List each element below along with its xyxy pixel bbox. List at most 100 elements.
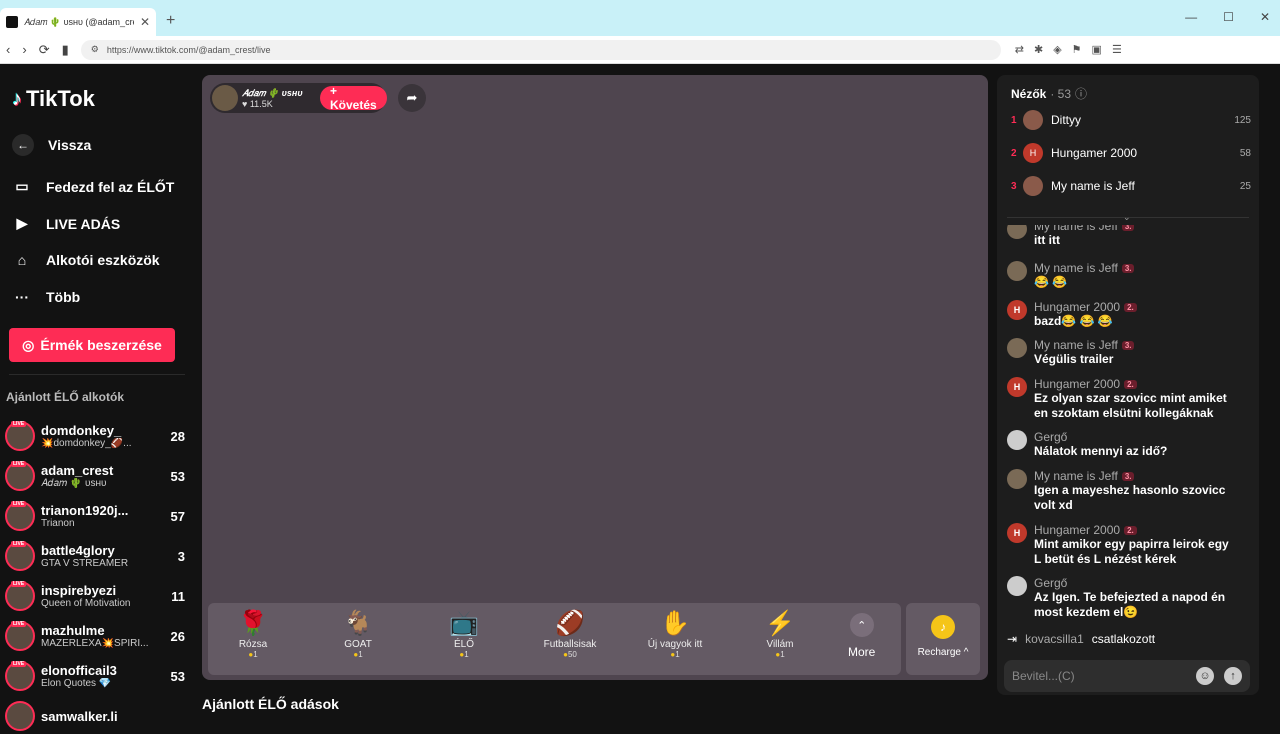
chat-user[interactable]: Hungamer 2000 bbox=[1034, 377, 1120, 391]
more-gifts-button[interactable]: ⌃ More bbox=[848, 613, 875, 659]
sidebar-item-more[interactable]: ··· Több bbox=[12, 289, 80, 305]
browser-tab[interactable]: 𝐴𝑑𝑎𝑚 🌵 ᴜsʜᴜ (@adam_crest) Él... ✕ bbox=[0, 8, 156, 36]
extension-icon[interactable]: ✱ bbox=[1034, 43, 1043, 56]
avatar[interactable] bbox=[212, 85, 238, 111]
creator-item[interactable]: LIVE elonofficail3 Elon Quotes 💎 53 bbox=[5, 658, 185, 694]
creator-subtitle: Trianon bbox=[41, 518, 75, 529]
puzzle-icon[interactable]: ⚑ bbox=[1072, 43, 1082, 56]
tv-icon: ▭ bbox=[15, 178, 29, 194]
back-nav-button[interactable]: ‹ bbox=[6, 42, 10, 58]
avatar bbox=[5, 701, 35, 731]
new-tab-button[interactable]: + bbox=[166, 12, 175, 30]
site-settings-icon[interactable]: ⚙ bbox=[91, 44, 99, 55]
minimize-icon[interactable]: — bbox=[1185, 10, 1197, 24]
gift-item[interactable]: 📺 ÉLŐ ●1 bbox=[424, 609, 504, 659]
creator-item[interactable]: LIVE domdonkey_ 💥domdonkey_🏈... 28 bbox=[5, 418, 185, 454]
chat-user[interactable]: My name is Jeff bbox=[1034, 225, 1118, 233]
chat-user[interactable]: Gergő bbox=[1034, 576, 1067, 590]
live-tv-icon: 📺 bbox=[449, 610, 479, 637]
creator-item[interactable]: LIVE battle4glory GTA V STREAMER 3 bbox=[5, 538, 185, 574]
chat-text: itt itt bbox=[1034, 233, 1060, 247]
forward-nav-button[interactable]: › bbox=[22, 42, 26, 58]
avatar bbox=[1007, 261, 1027, 281]
viewer-rank: 3 bbox=[1011, 180, 1017, 192]
creator-item[interactable]: LIVE inspirebyezi Queen of Motivation 11 bbox=[5, 578, 185, 614]
chat-text: Végülis trailer bbox=[1034, 352, 1114, 366]
avatar: H bbox=[1007, 523, 1027, 543]
sidebar-icon[interactable]: ▣ bbox=[1092, 43, 1102, 56]
top-viewer[interactable]: 1 Dittyy 125 bbox=[1011, 109, 1251, 131]
top-viewer[interactable]: 2 H Hungamer 2000 58 bbox=[1011, 142, 1251, 164]
chat-messages[interactable]: My name is Jeff 3. itt itt My name is Jef… bbox=[1007, 225, 1252, 655]
maximize-icon[interactable]: ☐ bbox=[1223, 10, 1234, 24]
follow-button[interactable]: + Követés bbox=[320, 84, 387, 112]
avatar bbox=[1007, 430, 1027, 450]
close-window-icon[interactable]: ✕ bbox=[1260, 10, 1270, 24]
gift-item[interactable]: ⚡ Villám ●1 bbox=[740, 609, 820, 659]
chat-text: 😂 😂 bbox=[1034, 275, 1068, 289]
chat-input[interactable]: Bevitel...(C) ☺ ↑ bbox=[1004, 660, 1250, 692]
shield-icon[interactable]: ◈ bbox=[1053, 43, 1061, 56]
chat-text: Az Igen. Te befejezted a napod én most k… bbox=[1034, 590, 1226, 619]
url-field[interactable]: ⚙ https://www.tiktok.com/@adam_crest/liv… bbox=[80, 39, 1001, 60]
gift-item[interactable]: 🌹 Rózsa ●1 bbox=[213, 609, 293, 659]
help-icon[interactable]: ⓘ bbox=[1075, 85, 1087, 102]
gift-name: Rózsa bbox=[238, 639, 268, 650]
close-tab-icon[interactable]: ✕ bbox=[140, 15, 150, 29]
tiktok-logo[interactable]: ♪ TikTok bbox=[12, 86, 95, 112]
viewer-name: Hungamer 2000 bbox=[1051, 146, 1138, 160]
viewer-score: 125 bbox=[1234, 114, 1251, 126]
send-icon[interactable]: ↑ bbox=[1224, 667, 1242, 685]
top-viewer[interactable]: 3 My name is Jeff 25 bbox=[1011, 175, 1251, 197]
chat-user[interactable]: Gergő bbox=[1034, 430, 1067, 444]
get-coins-button[interactable]: ◎ Érmék beszerzése bbox=[9, 328, 175, 362]
menu-icon[interactable]: ☰ bbox=[1112, 43, 1122, 56]
recharge-button[interactable]: ♪ Recharge ^ bbox=[906, 603, 980, 675]
viewer-rank: 2 bbox=[1011, 147, 1017, 159]
chat-message: Gergő Nálatok mennyi az idő? bbox=[1007, 430, 1247, 459]
joined-user[interactable]: kovacsilla1 bbox=[1025, 632, 1084, 646]
gift-name: Futballsisak bbox=[543, 639, 597, 650]
sidebar-item-creator-tools[interactable]: ⌂ Alkotói eszközök bbox=[12, 252, 160, 268]
gift-item[interactable]: 🏈 Futballsisak ●50 bbox=[530, 609, 610, 659]
chat-message: H Hungamer 2000 2. Mint amikor egy papirr… bbox=[1007, 523, 1247, 567]
back-link[interactable]: ← Vissza bbox=[12, 134, 91, 156]
share-icon[interactable]: ➦ bbox=[398, 84, 426, 112]
sidebar-item-explore-live[interactable]: ▭ Fedezd fel az ÉLŐT bbox=[12, 178, 174, 195]
chat-user[interactable]: Hungamer 2000 bbox=[1034, 523, 1120, 537]
host-likes: ♥ 11.5K bbox=[242, 98, 273, 109]
recharge-label: Recharge ^ bbox=[917, 647, 969, 658]
creator-item[interactable]: LIVE trianon1920j... Trianon 57 bbox=[5, 498, 185, 534]
viewers-count: · 53 bbox=[1050, 86, 1072, 101]
emoji-icon[interactable]: ☺ bbox=[1196, 667, 1214, 685]
gift-item[interactable]: 🐐 GOAT ●1 bbox=[318, 609, 398, 659]
reload-button[interactable]: ⟳ bbox=[39, 42, 50, 58]
avatar: LIVE bbox=[5, 541, 35, 571]
translate-icon[interactable]: ⇄ bbox=[1015, 43, 1024, 56]
creator-item[interactable]: LIVE adam_crest 𝐴𝑑𝑎𝑚 🌵 ᴜsʜᴜ 53 bbox=[5, 458, 185, 494]
rank-badge: 2. bbox=[1124, 525, 1137, 535]
avatar: H bbox=[1023, 143, 1043, 163]
chevron-down-icon[interactable]: ⌄ bbox=[1123, 212, 1131, 223]
sidebar-item-label: LIVE ADÁS bbox=[46, 215, 121, 232]
creator-item[interactable]: samwalker.li bbox=[5, 698, 185, 734]
chat-user[interactable]: My name is Jeff bbox=[1034, 338, 1118, 352]
chat-panel: Nézők · 53 ⓘ 1 Dittyy 125 2 H Hungamer 2… bbox=[997, 75, 1259, 695]
gift-name: Villám bbox=[766, 639, 794, 650]
creator-subtitle: GTA V STREAMER bbox=[41, 558, 129, 569]
chat-user[interactable]: My name is Jeff bbox=[1034, 261, 1118, 275]
gift-item[interactable]: ✋ Új vagyok itt ●1 bbox=[635, 609, 715, 659]
host-info[interactable]: 𝐴𝑑𝑎𝑚 🌵 ᴜsʜᴜ ♥ 11.5K + Követés bbox=[210, 83, 387, 113]
bookmark-icon[interactable]: ▮ bbox=[62, 42, 69, 58]
avatar: LIVE bbox=[5, 421, 35, 451]
tiktok-favicon-icon bbox=[6, 16, 18, 28]
sidebar-item-live-broadcast[interactable]: ▶ LIVE ADÁS bbox=[12, 215, 121, 232]
viewer-rank: 1 bbox=[1011, 114, 1017, 126]
chat-user[interactable]: My name is Jeff bbox=[1034, 469, 1118, 483]
creator-item[interactable]: LIVE mazhulme MAZERLEXA💥SPIRI... 26 bbox=[5, 618, 185, 654]
chat-user[interactable]: Hungamer 2000 bbox=[1034, 300, 1120, 314]
rank-badge: 3. bbox=[1121, 340, 1135, 350]
gift-price: 1 bbox=[253, 650, 258, 659]
live-video[interactable]: 𝐴𝑑𝑎𝑚 🌵 ᴜsʜᴜ ♥ 11.5K + Követés ➦ 🌹 Rózsa … bbox=[202, 75, 988, 680]
avatar: LIVE bbox=[5, 581, 35, 611]
